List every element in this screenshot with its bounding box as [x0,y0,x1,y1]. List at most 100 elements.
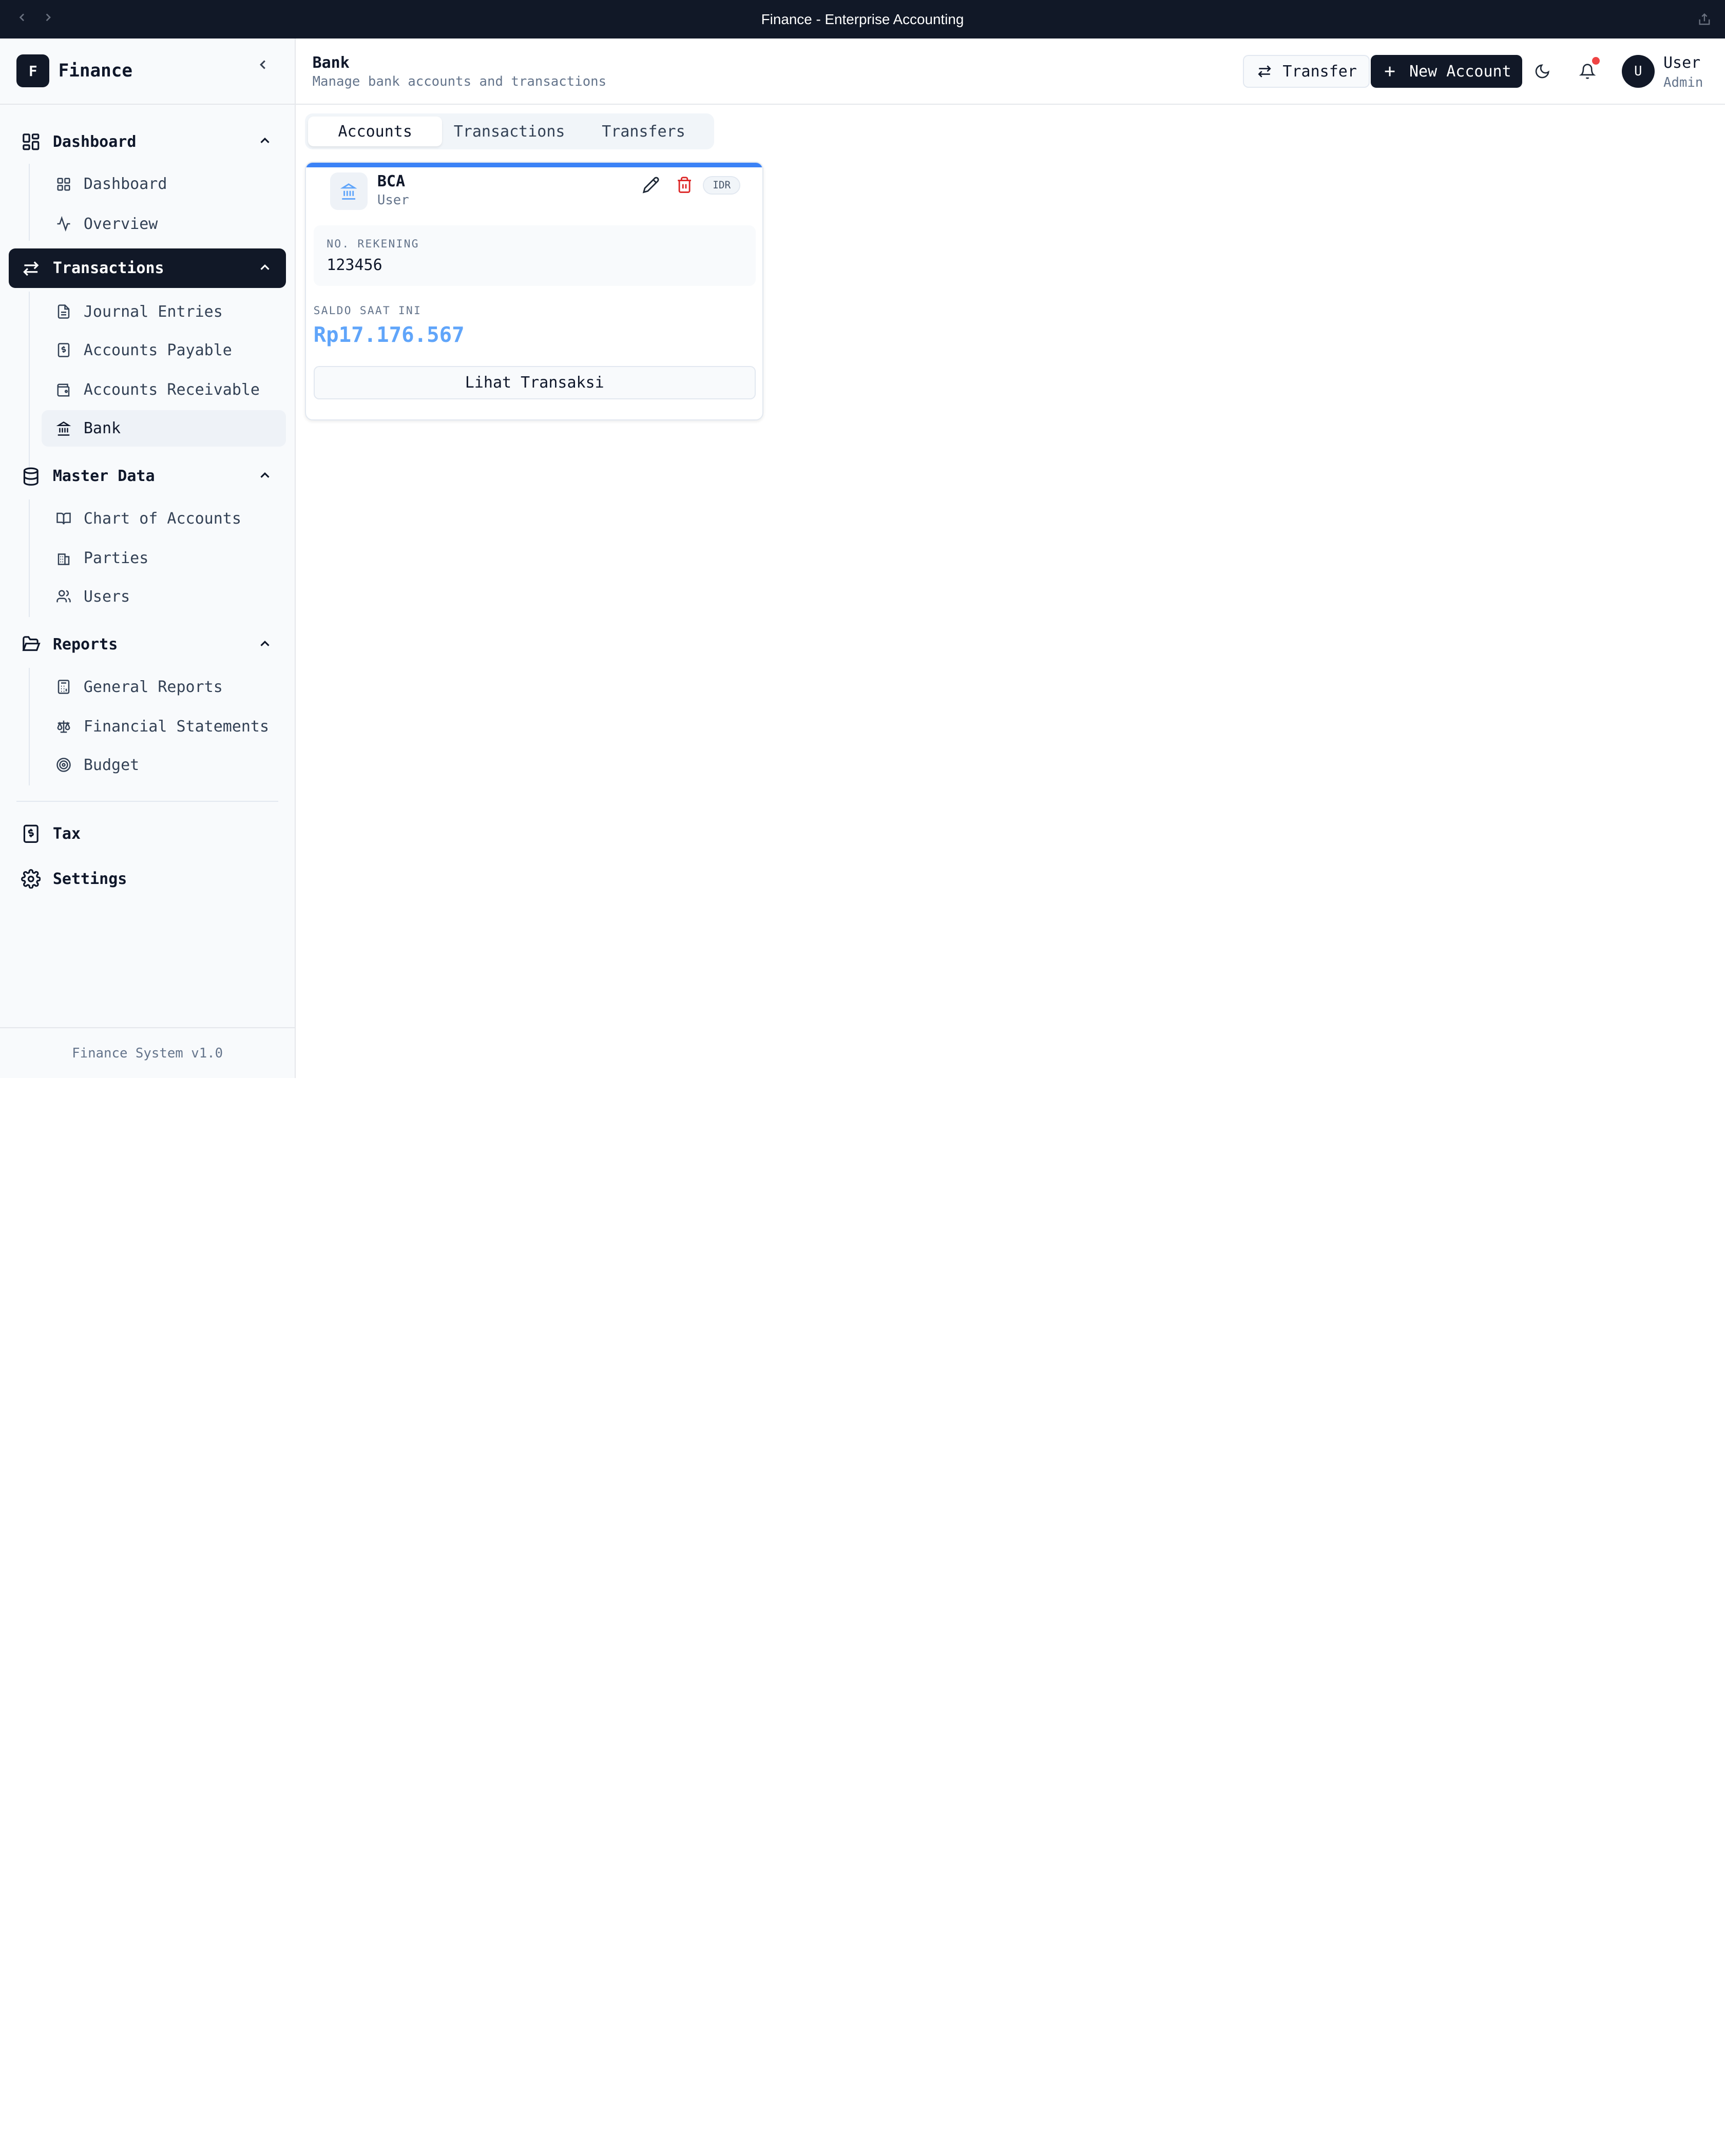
calculator-icon [55,678,72,696]
new-account-button[interactable]: New Account [1370,55,1523,88]
sidebar-item-dashboard[interactable]: Dashboard [42,166,286,203]
sidebar-group-master-data[interactable]: Master Data [9,456,286,496]
sidebar-group-dashboard[interactable]: Dashboard [9,122,286,162]
landmark-icon [330,172,368,210]
tree-line [28,499,30,618]
scale-icon [55,718,72,735]
sidebar-item-accounts-payable[interactable]: Accounts Payable [42,332,286,369]
sidebar-group-label: Master Data [52,467,155,486]
sidebar-item-users[interactable]: Users [42,579,286,615]
transfer-button[interactable]: Transfer [1243,55,1370,88]
balance-label: SALDO SAAT INI [313,304,421,318]
forward-arrow-icon[interactable] [42,11,55,28]
sidebar-item-label: Tax [52,824,81,843]
sidebar-item-label: Parties [83,549,149,567]
file-text-icon [55,303,72,320]
sidebar-group-label: Reports [52,636,118,654]
receipt-icon [20,823,42,845]
sidebar-item-label: Chart of Accounts [83,509,241,528]
gear-icon [20,868,42,890]
sidebar-item-financial-statements[interactable]: Financial Statements [42,708,286,745]
brand: F Finance [0,38,295,105]
layout-dashboard-icon [55,176,72,193]
user-role: Admin [1663,74,1703,90]
sidebar-item-label: Journal Entries [83,302,223,321]
sidebar-item-chart-of-accounts[interactable]: Chart of Accounts [42,500,286,537]
layout-grid-icon [20,131,42,153]
brand-name: Finance [58,61,132,82]
database-icon [20,465,42,487]
account-number-label: NO. REKENING [327,237,419,251]
chevron-up-icon [257,133,273,148]
avatar[interactable]: U [1621,55,1655,88]
sidebar-group-reports[interactable]: Reports [9,625,286,664]
tab-accounts[interactable]: Accounts [308,117,443,146]
balance-value: Rp17.176.567 [313,322,465,347]
sidebar-item-journal-entries[interactable]: Journal Entries [42,294,286,330]
sidebar-item-bank[interactable]: Bank [42,410,286,447]
sidebar-item-settings[interactable]: Settings [9,859,286,899]
wallet-icon [55,381,72,398]
sidebar-item-label: Dashboard [83,175,167,194]
sidebar-item-budget[interactable]: Budget [42,747,286,783]
share-icon[interactable] [1697,0,1712,38]
sidebar-item-label: Overview [83,215,158,233]
sidebar-item-label: General Reports [83,678,223,696]
account-number: 123456 [327,256,382,275]
tab-transactions[interactable]: Transactions [442,117,576,146]
card-accent-bar [305,163,763,167]
notification-dot [1592,57,1600,65]
moon-icon[interactable] [1531,61,1554,83]
sidebar-divider [16,801,279,802]
sidebar-item-parties[interactable]: Parties [42,540,286,576]
account-number-box: NO. REKENING 123456 [313,225,756,286]
bank-account-card: BCA User IDR NO. REKENING 123456 SALDO S… [304,162,764,420]
sidebar-item-accounts-receivable[interactable]: Accounts Receivable [42,372,286,408]
sidebar-item-label: Accounts Receivable [83,381,260,399]
page-subtitle: Manage bank accounts and transactions [312,73,607,89]
target-icon [55,756,72,774]
collapse-sidebar-icon[interactable] [255,57,271,72]
back-arrow-icon[interactable] [15,11,29,28]
app-window: Finance - Enterprise Accounting F Financ… [0,0,1725,1078]
sidebar-item-label: Budget [83,756,140,774]
arrows-exchange-icon [1256,63,1273,80]
sidebar-item-tax[interactable]: Tax [9,814,286,854]
bank-owner: User [377,192,409,208]
sidebar-item-general-reports[interactable]: General Reports [42,669,286,705]
window-titlebar: Finance - Enterprise Accounting [0,0,1725,38]
building-icon [55,549,72,567]
users-icon [55,588,72,605]
brand-logo: F [16,54,50,88]
bell-icon[interactable] [1577,57,1600,83]
chevron-up-icon [257,636,273,651]
sidebar-item-label: Accounts Payable [83,341,232,359]
tab-transfers[interactable]: Transfers [577,117,711,146]
activity-icon [55,215,72,233]
landmark-icon [55,419,72,437]
page-header: Bank Manage bank accounts and transactio… [296,38,1725,105]
pencil-icon[interactable] [642,176,660,194]
arrows-exchange-icon [20,257,42,279]
trash-icon[interactable] [676,176,693,194]
sidebar: F Finance Dashboard Dashboard Overview T… [0,38,296,1078]
window-title: Finance - Enterprise Accounting [761,11,964,27]
sidebar-item-overview[interactable]: Overview [42,206,286,242]
new-account-label: New Account [1409,62,1511,81]
chevron-up-icon [257,260,273,275]
user-name: User [1663,54,1701,72]
window-nav [15,0,55,38]
sidebar-footer: Finance System v1.0 [0,1027,295,1078]
sidebar-group-transactions[interactable]: Transactions [9,248,286,288]
view-transactions-button[interactable]: Lihat Transaksi [313,366,756,399]
sidebar-group-label: Transactions [52,259,164,278]
folder-open-icon [20,633,42,656]
currency-badge: IDR [703,176,741,195]
sidebar-group-label: Dashboard [52,132,137,151]
receipt-dollar-icon [55,341,72,359]
plus-icon [1382,63,1398,80]
sidebar-item-label: Bank [83,419,121,438]
chevron-up-icon [257,468,273,483]
tree-line [28,164,30,241]
bank-name: BCA [377,172,406,191]
